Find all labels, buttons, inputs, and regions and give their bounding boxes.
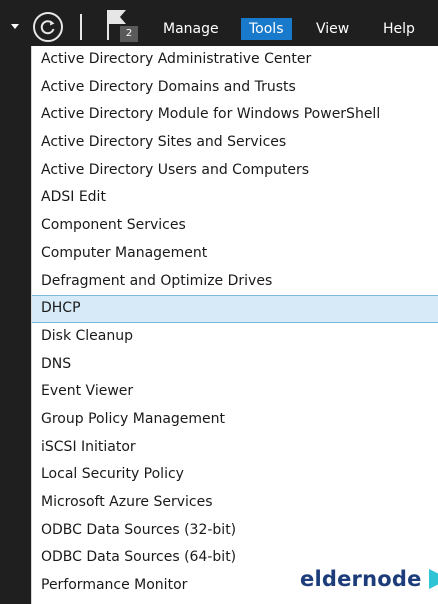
dropdown-arrow-icon[interactable]	[11, 24, 19, 29]
menu-item-adsi-edit[interactable]: ADSI Edit	[32, 184, 438, 212]
menu-item-event-viewer[interactable]: Event Viewer	[32, 378, 438, 406]
menu-manage[interactable]: Manage	[155, 18, 227, 40]
menu-item-ad-domains-trusts[interactable]: Active Directory Domains and Trusts	[32, 74, 438, 102]
menu-item-computer-management[interactable]: Computer Management	[32, 240, 438, 268]
menu-item-dns[interactable]: DNS	[32, 351, 438, 379]
menu-item-disk-cleanup[interactable]: Disk Cleanup	[32, 323, 438, 351]
menu-item-dhcp[interactable]: DHCP	[32, 295, 438, 323]
server-manager-menubar: 2 Manage Tools View Help	[0, 0, 438, 46]
menu-item-ad-powershell-module[interactable]: Active Directory Module for Windows Powe…	[32, 101, 438, 129]
menu-item-local-security-policy[interactable]: Local Security Policy	[32, 461, 438, 489]
menu-help[interactable]: Help	[375, 18, 423, 40]
menu-item-iscsi-initiator[interactable]: iSCSI Initiator	[32, 434, 438, 462]
tools-dropdown-menu: Active Directory Administrative Center A…	[31, 46, 438, 604]
menu-view[interactable]: View	[308, 18, 357, 40]
notification-count-badge: 2	[120, 26, 138, 42]
logo-text: eldernode	[300, 567, 422, 591]
menu-item-ad-sites-services[interactable]: Active Directory Sites and Services	[32, 129, 438, 157]
refresh-icon[interactable]	[33, 12, 63, 42]
menu-item-component-services[interactable]: Component Services	[32, 212, 438, 240]
toolbar-separator	[80, 14, 82, 40]
menu-item-ad-admin-center[interactable]: Active Directory Administrative Center	[32, 46, 438, 74]
menu-item-azure-services[interactable]: Microsoft Azure Services	[32, 489, 438, 517]
menu-item-defragment[interactable]: Defragment and Optimize Drives	[32, 268, 438, 296]
menu-item-odbc-32[interactable]: ODBC Data Sources (32-bit)	[32, 517, 438, 545]
eldernode-logo: eldernode	[300, 565, 438, 593]
menu-item-group-policy[interactable]: Group Policy Management	[32, 406, 438, 434]
play-arrow-icon	[428, 569, 438, 589]
menu-tools[interactable]: Tools	[241, 18, 292, 40]
menu-item-ad-users-computers[interactable]: Active Directory Users and Computers	[32, 157, 438, 185]
